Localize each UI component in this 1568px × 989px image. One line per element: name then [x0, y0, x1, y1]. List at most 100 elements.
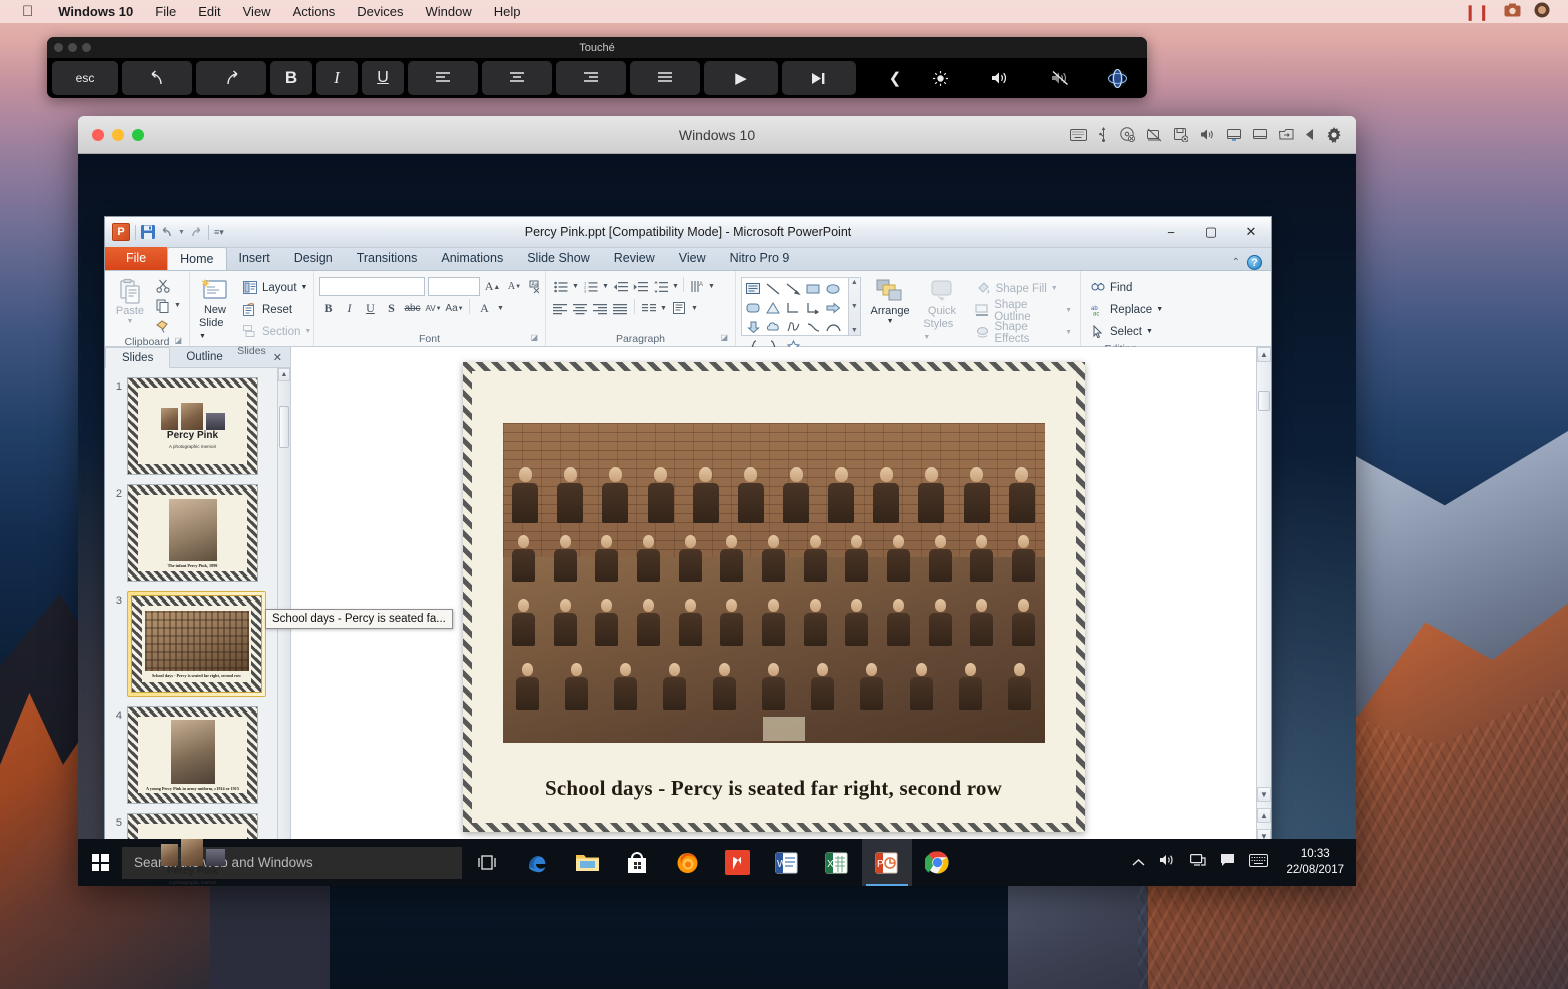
gallery-scroll-up-icon[interactable]: ▲	[851, 279, 858, 286]
expand-key[interactable]: ❮	[882, 61, 908, 95]
floppy-disabled-icon[interactable]	[1174, 127, 1188, 142]
numbering-dropdown-icon[interactable]: ▼	[601, 277, 610, 296]
slide-scroll-up-icon[interactable]: ▲	[1257, 347, 1271, 362]
quick-styles-button[interactable]: Quick Styles ▼	[919, 277, 964, 345]
align-text-icon[interactable]	[670, 299, 689, 318]
maximize-button[interactable]: ▢	[1191, 217, 1231, 247]
font-color-button[interactable]: A	[475, 299, 494, 318]
align-right-key[interactable]	[556, 61, 626, 95]
mute-key[interactable]	[1032, 61, 1088, 95]
vm-close-button[interactable]	[92, 128, 104, 141]
powerpoint-icon[interactable]: P	[862, 839, 912, 886]
vm-window-controls[interactable]	[92, 128, 144, 141]
virtualbox-vm-window[interactable]: Windows 10 P ▼ ≡▾ Percy Pink.ppt [Compat…	[78, 116, 1356, 886]
strikethrough-button[interactable]: abc	[403, 299, 422, 318]
keyboard-icon[interactable]	[1249, 853, 1269, 872]
vm-minimize-button[interactable]	[112, 128, 124, 141]
curve-shape-icon[interactable]	[804, 318, 823, 336]
align-center-key[interactable]	[482, 61, 552, 95]
drag-drop-icon[interactable]	[1279, 128, 1294, 141]
textbox-shape-icon[interactable]	[744, 280, 763, 298]
arrow-shape-icon[interactable]	[784, 280, 803, 298]
slide-thumbnail-1[interactable]: Percy Pink A photographic memoir	[127, 377, 258, 475]
slide-editing-area[interactable]: School days - Percy is seated far right,…	[291, 347, 1256, 846]
text-direction-icon[interactable]: A	[687, 277, 706, 296]
file-explorer-icon[interactable]	[562, 839, 612, 886]
align-left-icon[interactable]	[551, 299, 570, 318]
columns-icon[interactable]	[639, 299, 658, 318]
touche-window[interactable]: Touché esc B I U ▶ ❮	[47, 37, 1147, 98]
tab-review[interactable]: Review	[602, 247, 667, 270]
keyboard-icon[interactable]	[1070, 128, 1087, 141]
task-view-icon[interactable]	[462, 839, 512, 886]
elbow-arrow-icon[interactable]	[804, 299, 823, 317]
left-arrow-icon[interactable]	[1306, 129, 1314, 140]
rounded-rect-shape-icon[interactable]	[744, 299, 763, 317]
play-key[interactable]: ▶	[704, 61, 778, 95]
right-arrow-shape-icon[interactable]	[824, 299, 843, 317]
decrease-indent-icon[interactable]	[611, 277, 630, 296]
undo-dropdown-icon[interactable]: ▼	[178, 229, 185, 236]
menu-item-help[interactable]: Help	[483, 4, 532, 19]
menu-item-window[interactable]: Window	[414, 4, 482, 19]
align-text-dropdown-icon[interactable]: ▼	[690, 299, 699, 318]
text-shadow-button[interactable]: S	[382, 299, 401, 318]
reset-button[interactable]: Reset	[238, 299, 314, 320]
powerpoint-window[interactable]: P ▼ ≡▾ Percy Pink.ppt [Compatibility Mod…	[104, 216, 1272, 886]
tab-home[interactable]: Home	[167, 247, 227, 270]
menu-item-edit[interactable]: Edit	[187, 4, 231, 19]
increase-indent-icon[interactable]	[631, 277, 650, 296]
word-icon[interactable]: W	[762, 839, 812, 886]
nitro-pro-icon[interactable]	[712, 839, 762, 886]
edge-icon[interactable]	[512, 839, 562, 886]
tab-view[interactable]: View	[667, 247, 718, 270]
next-track-key[interactable]	[782, 61, 856, 95]
numbering-icon[interactable]: 123	[581, 277, 600, 296]
find-button[interactable]: Find	[1086, 277, 1135, 298]
firefox-icon[interactable]	[662, 839, 712, 886]
new-slide-button[interactable]: New Slide ▼	[195, 276, 235, 344]
line-spacing-dropdown-icon[interactable]: ▼	[671, 277, 680, 296]
redo-icon[interactable]	[190, 226, 203, 238]
chrome-icon[interactable]	[912, 839, 962, 886]
select-button[interactable]: Select ▼	[1086, 321, 1156, 342]
justify-icon[interactable]	[611, 299, 630, 318]
replace-button[interactable]: ab ac Replace ▼	[1086, 299, 1166, 320]
shared-folder-icon[interactable]	[1227, 128, 1241, 141]
save-icon[interactable]	[141, 225, 155, 239]
tab-insert[interactable]: Insert	[227, 247, 282, 270]
scrollbar-thumb[interactable]	[279, 406, 289, 448]
slide-scrollbar-thumb[interactable]	[1258, 391, 1270, 411]
ellipse-shape-icon[interactable]	[824, 280, 843, 298]
network-disabled-icon[interactable]	[1147, 128, 1162, 142]
undo-key[interactable]	[122, 61, 192, 95]
italic-button[interactable]: I	[340, 299, 359, 318]
show-hidden-icons[interactable]	[1132, 854, 1145, 872]
align-center-icon[interactable]	[571, 299, 590, 318]
slide-thumbnail-2[interactable]: The infant Percy Pink, 1899	[127, 484, 258, 582]
slide-vertical-scrollbar[interactable]: ▲ ▼ ▲ ▼	[1256, 347, 1271, 846]
minimize-button[interactable]: −	[1151, 217, 1191, 247]
menu-item-file[interactable]: File	[144, 4, 187, 19]
action-center-icon[interactable]	[1220, 853, 1235, 872]
rectangle-shape-icon[interactable]	[804, 280, 823, 298]
increase-font-size-icon[interactable]: A ▲	[483, 277, 502, 296]
slide-thumbnail-3-selected[interactable]: School days - Percy is seated far right,…	[127, 591, 266, 697]
tab-file[interactable]: File	[105, 247, 168, 270]
down-arrow-shape-icon[interactable]	[744, 318, 763, 336]
siri-key[interactable]	[1092, 61, 1142, 95]
gallery-scroll-down-icon[interactable]: ▼	[851, 303, 858, 310]
tab-slides[interactable]: Slides	[105, 347, 171, 368]
line-shape-icon[interactable]	[764, 280, 783, 298]
slide-caption[interactable]: School days - Percy is seated far right,…	[472, 776, 1076, 801]
shapes-gallery-scrollbar[interactable]: ▲ ▼ ▼	[847, 277, 861, 336]
gear-icon[interactable]	[1326, 126, 1342, 143]
screenshot-icon[interactable]	[1504, 3, 1521, 20]
columns-dropdown-icon[interactable]: ▼	[659, 299, 668, 318]
audio-icon[interactable]	[1200, 128, 1215, 141]
bullets-icon[interactable]	[551, 277, 570, 296]
change-case-button[interactable]: Aa ▼	[445, 299, 464, 318]
apple-icon[interactable]: 	[22, 4, 33, 19]
help-icon[interactable]: ?	[1247, 255, 1262, 270]
touche-window-controls[interactable]	[54, 43, 91, 52]
